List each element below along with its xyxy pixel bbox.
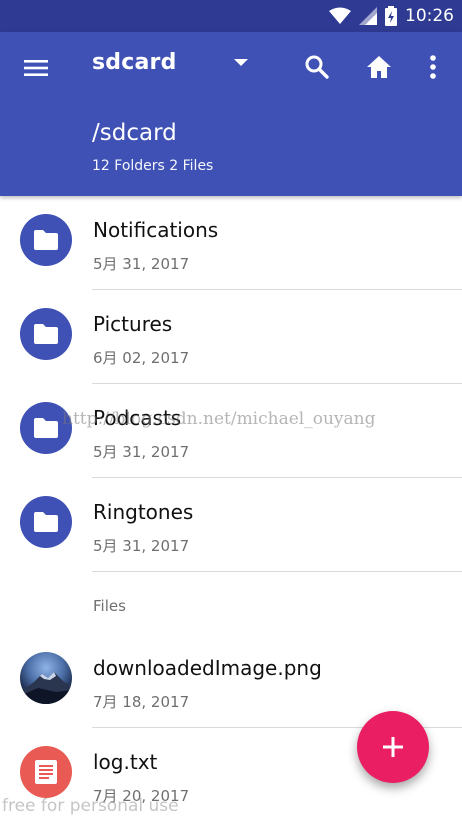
folder-icon [34,230,58,250]
battery-charging-icon [385,6,397,26]
folder-row-pictures[interactable]: Pictures 6月 02, 2017 [0,290,462,384]
folder-icon [34,512,58,532]
folder-avatar [20,214,72,266]
plus-icon [383,737,403,757]
image-thumbnail [20,652,72,704]
caret-down-icon [233,58,248,66]
signal-icon [359,7,377,25]
folder-name: Podcasts [93,406,182,430]
wifi-icon [329,7,351,24]
folder-name: Pictures [93,312,173,336]
file-date: 7月 20, 2017 [93,787,190,805]
current-path: /sdcard [92,120,177,146]
folder-avatar [20,496,72,548]
menu-button[interactable] [22,54,50,82]
home-icon [367,56,391,78]
folder-row-notifications[interactable]: Notifications 5月 31, 2017 [0,196,462,290]
folder-date: 5月 31, 2017 [93,255,190,273]
status-time: 10:26 [405,6,454,26]
folder-icon [34,418,58,438]
row-divider [92,571,462,572]
folder-date: 6月 02, 2017 [93,349,190,367]
file-date: 7月 18, 2017 [93,693,190,711]
storage-dropdown-label: sdcard [92,50,177,75]
home-button[interactable] [364,52,394,82]
app-toolbar: sdcard /sdcard 12 Folders 2 Files [0,32,462,196]
more-options-button[interactable] [418,52,448,82]
text-file-avatar [20,746,72,798]
storage-dropdown[interactable]: sdcard [92,50,249,75]
menu-icon [24,60,48,76]
folder-date: 5月 31, 2017 [93,443,190,461]
folder-avatar [20,308,72,360]
mountain-photo [20,672,72,704]
path-summary: 12 Folders 2 Files [92,158,214,174]
folder-avatar [20,402,72,454]
text-file-icon [35,760,57,784]
status-bar: 10:26 [0,0,462,32]
folder-row-ringtones[interactable]: Ringtones 5月 31, 2017 [0,478,462,572]
folder-name: Notifications [93,218,219,242]
folder-row-podcasts[interactable]: Podcasts 5月 31, 2017 [0,384,462,478]
folder-date: 5月 31, 2017 [93,537,190,555]
status-icons: 10:26 [329,6,454,26]
add-button[interactable] [357,711,429,783]
search-icon [305,55,329,79]
file-name: downloadedImage.png [93,656,322,680]
file-name: log.txt [93,750,158,774]
folder-icon [34,324,58,344]
more-vert-icon [430,55,436,79]
search-button[interactable] [302,52,332,82]
files-section-header: Files [93,597,126,615]
folder-name: Ringtones [93,500,194,524]
